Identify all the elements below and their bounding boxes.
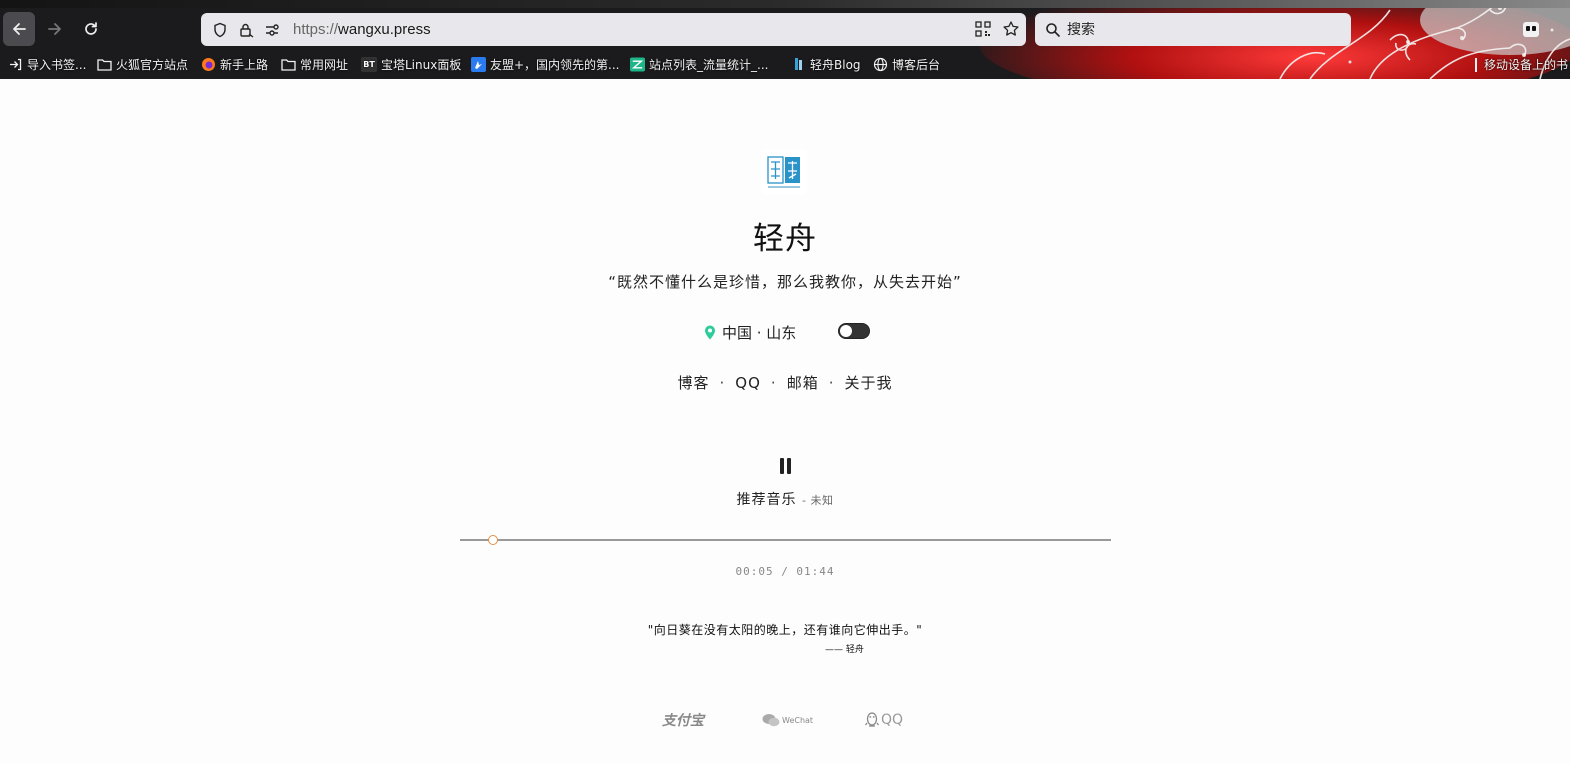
arrow-left-icon: [13, 23, 26, 35]
song-artist: - 未知: [801, 494, 834, 507]
search-input[interactable]: [1067, 21, 1327, 38]
tracking-protection-shield-icon[interactable]: [211, 21, 229, 39]
search-icon: [1046, 22, 1060, 37]
search-bar[interactable]: [1035, 13, 1351, 46]
link-about[interactable]: 关于我: [844, 374, 892, 392]
progress-thumb[interactable]: [487, 535, 498, 545]
alipay-button[interactable]: 支付宝: [662, 709, 704, 731]
bookmark-label: 站点列表_流量统计_...: [649, 58, 769, 72]
bookmark-label: 友盟+，国内领先的第...: [490, 58, 620, 72]
site-logo: [761, 149, 807, 195]
bookmark-import[interactable]: 导入书签...: [8, 56, 86, 73]
bookmark-label: 火狐官方站点: [116, 58, 189, 72]
alipay-logo: 支付宝: [662, 713, 704, 729]
location: 中国 · 山东: [704, 322, 796, 343]
extension-icon[interactable]: [1520, 18, 1542, 40]
toggle-knob: [840, 325, 852, 337]
location-text: 中国 · 山东: [722, 324, 797, 342]
wechat-pay-button[interactable]: WeChat: [762, 709, 813, 731]
song-title: 推荐音乐: [736, 492, 797, 508]
back-button[interactable]: [3, 12, 35, 46]
umeng-icon: [471, 57, 486, 72]
permissions-icon[interactable]: [263, 21, 281, 39]
arrow-right-icon: [48, 23, 61, 35]
link-qq[interactable]: QQ: [735, 374, 761, 392]
donate-options: 支付宝 WeChat QQ: [662, 709, 912, 731]
separator: ·: [719, 374, 726, 392]
bookmark-cnzz[interactable]: 站点列表_流量统计_...: [630, 56, 768, 73]
separator: ·: [770, 374, 777, 392]
theme-toggle[interactable]: [838, 323, 870, 339]
reload-icon: [85, 22, 97, 35]
firefox-icon: [201, 57, 216, 72]
bookmark-label: 常用网址: [300, 58, 349, 72]
pause-icon: [780, 458, 784, 474]
bookmark-qingzhou-blog[interactable]: 轻舟Blog: [791, 56, 861, 73]
qq-label: QQ: [881, 712, 904, 728]
link-blog[interactable]: 博客: [677, 374, 709, 392]
playback-progress-bar[interactable]: [460, 535, 1111, 545]
site-title: 轻舟: [753, 221, 817, 257]
bookmark-label: 导入书签...: [27, 58, 87, 72]
bookmark-icon: [791, 57, 806, 72]
page-content: 轻舟 “既然不懂什么是珍惜，那么我教你，从失去开始” 中国 · 山东 博客 · QQ…: [0, 79, 1570, 764]
bookmark-label: 新手上路: [220, 58, 269, 72]
wechat-label: WeChat: [782, 715, 814, 725]
lock-icon[interactable]: [237, 21, 255, 39]
pause-icon: [787, 458, 791, 474]
location-pin-icon: [705, 325, 715, 340]
link-email[interactable]: 邮箱: [787, 374, 819, 392]
mobile-icon: [1474, 57, 1480, 72]
bookmark-umeng[interactable]: 友盟+，国内领先的第...: [471, 56, 620, 73]
separator: ·: [828, 374, 835, 392]
reload-button[interactable]: [75, 12, 107, 46]
bookmark-common-sites[interactable]: 常用网址: [281, 56, 348, 73]
bookmark-bt-panel[interactable]: BT 宝塔Linux面板: [361, 56, 461, 73]
site-motto: “既然不懂什么是珍惜，那么我教你，从失去开始”: [608, 273, 962, 291]
bookmark-firefox-official[interactable]: 火狐官方站点: [97, 56, 188, 73]
cnzz-icon: [630, 57, 645, 72]
song-info: 推荐音乐 - 未知: [0, 489, 1570, 509]
bookmark-star-icon[interactable]: [1002, 20, 1020, 42]
folder-icon: [97, 57, 112, 72]
bookmark-label: 移动设备上的书: [1484, 58, 1569, 72]
url-host: wangxu.press: [338, 21, 431, 38]
url-bar[interactable]: https://wangxu.press: [201, 13, 1026, 46]
window-titlebar-strip: [0, 0, 1570, 8]
bt-icon: BT: [361, 57, 377, 72]
social-links: 博客 · QQ · 邮箱 · 关于我: [0, 372, 1570, 393]
url-scheme: https://: [293, 21, 339, 38]
browser-chrome: https://wangxu.press 导入书签... 火狐官方站点: [0, 0, 1570, 79]
bookmark-label: 轻舟Blog: [810, 58, 861, 72]
qr-code-icon[interactable]: [974, 20, 992, 42]
pause-button[interactable]: [779, 458, 793, 474]
progress-track: [460, 539, 1111, 541]
url-text[interactable]: https://wangxu.press: [293, 21, 431, 38]
qq-penguin-icon: [865, 712, 879, 727]
bookmark-getting-started[interactable]: 新手上路: [201, 56, 268, 73]
bookmark-mobile[interactable]: 移动设备上的书: [1474, 56, 1570, 73]
wechat-icon: [762, 714, 780, 727]
bookmark-blog-admin[interactable]: 博客后台: [873, 56, 940, 73]
quote-author: —— 轻舟: [825, 645, 864, 655]
quote-text: "向日葵在没有太阳的晚上，还有谁向它伸出手。": [647, 623, 923, 637]
import-icon: [8, 57, 23, 72]
playback-time: 00:05 / 01:44: [735, 565, 835, 578]
globe-icon: [873, 57, 888, 72]
qq-pay-button[interactable]: QQ: [865, 709, 903, 731]
bookmark-label: 宝塔Linux面板: [381, 58, 462, 72]
bookmark-label: 博客后台: [892, 58, 941, 72]
bookmarks-toolbar: 导入书签... 火狐官方站点 新手上路 常用网址 BT 宝塔Linux面板 友盟…: [0, 53, 1570, 77]
forward-button[interactable]: [39, 12, 71, 46]
folder-icon: [281, 57, 296, 72]
